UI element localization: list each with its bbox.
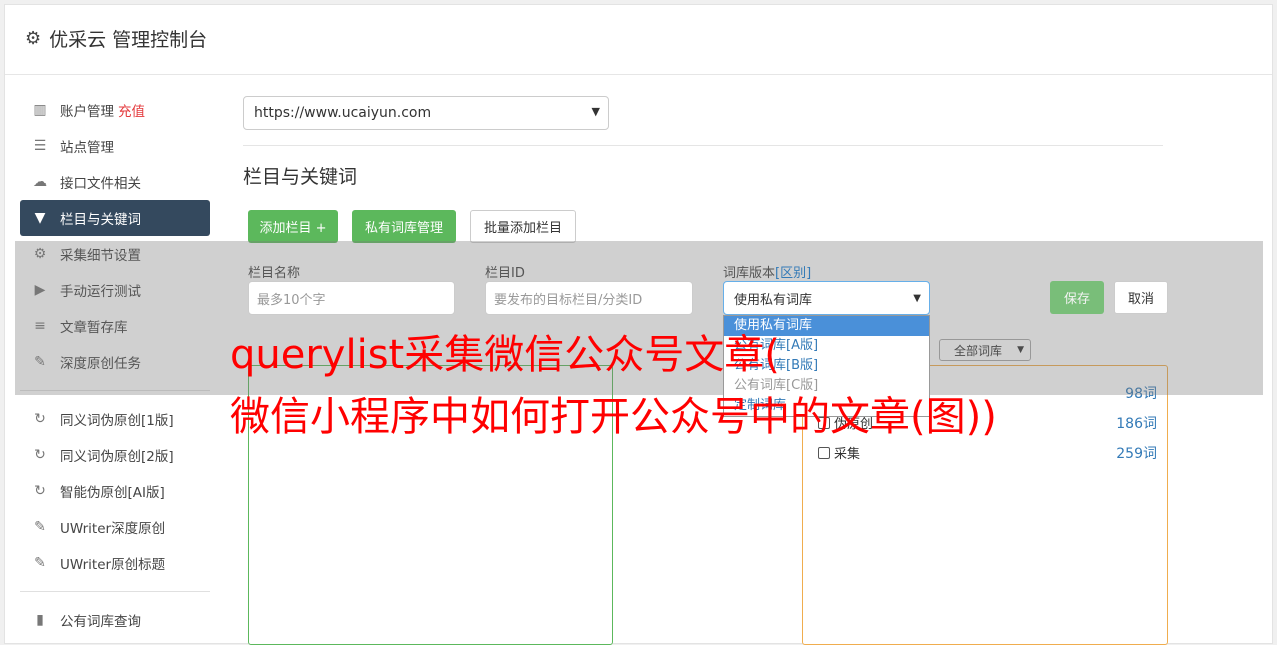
sidebar-item-label: 同义词伪原创[1版]	[60, 413, 174, 429]
cancel-button[interactable]: 取消	[1114, 281, 1168, 314]
version-select[interactable]: 使用私有词库 ▼	[723, 281, 930, 315]
sidebar-item-label: 同义词伪原创[2版]	[60, 449, 174, 465]
app-title: 优采云 管理控制台	[49, 29, 208, 51]
version-select-value: 使用私有词库	[734, 292, 813, 308]
sidebar-item-ai-rewrite[interactable]: ↻ 智能伪原创[AI版]	[20, 473, 210, 509]
bar-chart-icon: ▥	[33, 102, 47, 118]
gear-icon: ⚙	[25, 28, 42, 49]
edit-icon: ✎	[34, 519, 46, 535]
sidebar-item-label: 智能伪原创[AI版]	[60, 485, 165, 501]
brand: ⚙ 优采云 管理控制台	[25, 25, 207, 52]
sidebar-item-label: 接口文件相关	[60, 176, 141, 192]
private-lib-button[interactable]: 私有词库管理	[352, 210, 456, 243]
save-button[interactable]: 保存	[1050, 281, 1104, 314]
watermark-line-2: 微信小程序中如何打开公众号中的文章(图))	[230, 394, 997, 440]
sidebar-item-uwriter-original[interactable]: ✎ UWriter深度原创	[20, 509, 210, 545]
sidebar-item-label: 栏目与关键词	[60, 212, 141, 228]
sidebar-item-public-lib[interactable]: ▮ 公有词库查询	[20, 602, 210, 638]
sidebar-item-synonym-v2[interactable]: ↻ 同义词伪原创[2版]	[20, 437, 210, 473]
sidebar-item-interface[interactable]: ☁ 接口文件相关	[20, 164, 210, 200]
divider	[243, 145, 1163, 146]
watermark-line-1: querylist采集微信公众号文章(	[230, 332, 780, 378]
library-checkbox[interactable]	[818, 446, 830, 459]
sidebar-item-label: 站点管理	[60, 140, 114, 156]
refresh-icon: ↻	[34, 483, 46, 499]
version-label-text: 词库版本	[723, 266, 776, 281]
filter-icon: ▼	[34, 210, 46, 226]
chevron-down-icon: ▼	[591, 105, 600, 118]
version-label: 词库版本[区别]	[723, 262, 811, 281]
sidebar-item-label: UWriter原创标题	[60, 557, 166, 573]
sidebar-item-columns[interactable]: ▼ 栏目与关键词	[20, 200, 210, 236]
site-select-value: https://www.ucaiyun.com	[254, 105, 432, 121]
chevron-down-icon: ▼	[913, 292, 921, 304]
column-name-label: 栏目名称	[248, 266, 301, 281]
sidebar-item-label: 公有词库查询	[60, 614, 141, 630]
refresh-icon: ↻	[34, 447, 46, 463]
site-select[interactable]: https://www.ucaiyun.com ▼	[243, 96, 609, 130]
column-name-input[interactable]: 最多10个字	[248, 281, 455, 315]
column-id-input[interactable]: 要发布的目标栏目/分类ID	[485, 281, 693, 315]
add-column-button[interactable]: 添加栏目 +	[248, 210, 338, 243]
library-count: 259词	[1116, 446, 1157, 462]
library-name: 采集	[834, 447, 861, 462]
edit-icon: ✎	[34, 555, 46, 571]
batch-add-button[interactable]: 批量添加栏目	[470, 210, 576, 243]
section-title: 栏目与关键词	[243, 166, 358, 188]
sidebar-item-account[interactable]: ▥ 账户管理 充值	[20, 92, 210, 128]
top-bar: ⚙ 优采云 管理控制台	[5, 5, 1272, 75]
refresh-icon: ↻	[34, 411, 46, 427]
sidebar-divider	[20, 591, 210, 592]
cloud-upload-icon: ☁	[33, 174, 47, 190]
library-row[interactable]: 采集	[818, 443, 860, 462]
sidebar-item-label: UWriter深度原创	[60, 521, 166, 537]
server-icon: ☰	[33, 138, 47, 154]
recharge-link[interactable]: 充值	[118, 100, 145, 120]
difference-link[interactable]: [区别]	[775, 266, 811, 281]
sidebar-item-uwriter-title[interactable]: ✎ UWriter原创标题	[20, 545, 210, 581]
sidebar-item-synonym-v1[interactable]: ↻ 同义词伪原创[1版]	[20, 401, 210, 437]
column-id-label: 栏目ID	[485, 266, 525, 281]
sidebar-item-sites[interactable]: ☰ 站点管理	[20, 128, 210, 164]
library-count: 186词	[1116, 416, 1157, 432]
book-icon: ▮	[36, 612, 44, 628]
sidebar-item-label: 账户管理	[60, 104, 114, 120]
